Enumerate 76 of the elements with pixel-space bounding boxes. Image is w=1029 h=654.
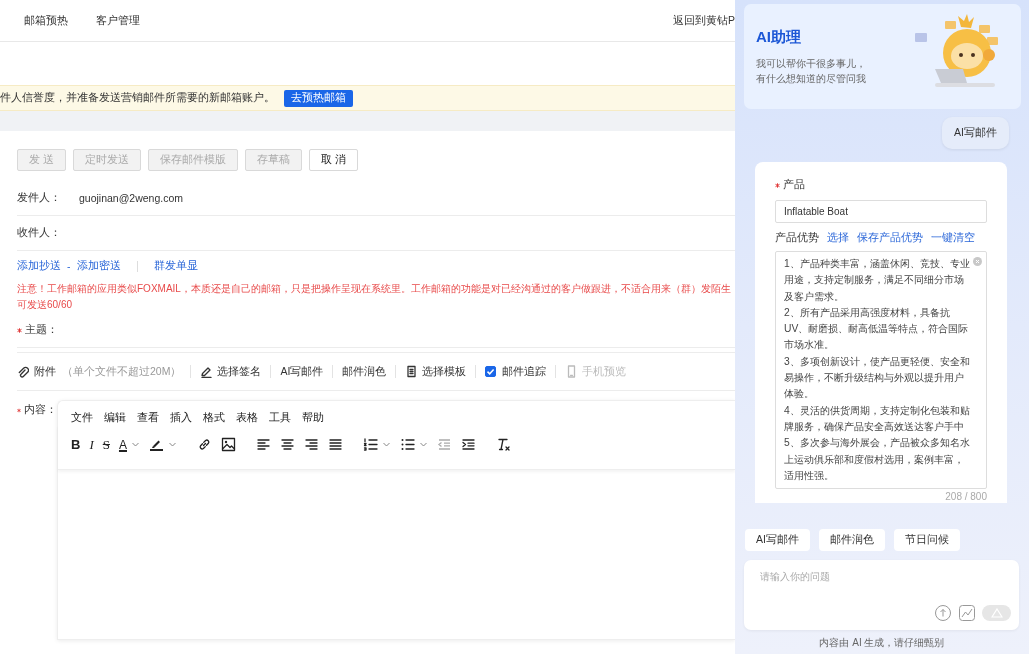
sender-address: guojinan@2weng.com [79, 192, 184, 204]
bullet-list-icon[interactable] [400, 437, 415, 452]
align-left-icon[interactable] [256, 437, 271, 452]
phone-icon [565, 365, 578, 378]
separator-text: - [67, 260, 71, 272]
tool-button[interactable]: AI写邮件 [280, 364, 324, 379]
link-icon[interactable] [197, 437, 212, 452]
tool-button[interactable]: 邮件润色 [342, 364, 387, 379]
indent-icon[interactable] [461, 437, 476, 452]
attach-button[interactable]: 附件 （单个文件不超过20M） [17, 364, 182, 379]
warning-text: 注意！工作邮箱的应用类似FOXMAIL，本质还是自己的邮箱，只是把操作呈现在系统里。工作邮箱的功能是对已经沟通过的客户做跟进，不适合用来（群）发陌生 [17, 282, 732, 296]
add-cc-link[interactable]: 添加抄送 [17, 259, 61, 273]
advantage-link[interactable]: 选择 [827, 231, 849, 245]
advantage-link[interactable]: 保存产品优势 [857, 231, 923, 245]
advantage-text: 1、产品种类丰富，涵盖休闲、竞技、专业用途，支持定制服务，满足不同细分市场及客户需求。 [784, 257, 971, 304]
bulk-send-link[interactable]: 群发单显 [153, 259, 198, 273]
assistant-description: 我可以帮你干很多事儿， [756, 56, 866, 71]
add-bcc-link[interactable]: 添加密送 [76, 259, 121, 273]
menu-item[interactable]: 格式 [203, 411, 225, 425]
upload-icon[interactable] [934, 604, 952, 622]
justify-icon[interactable] [328, 437, 343, 452]
field-label: 产品 [783, 178, 805, 192]
tool-button[interactable]: 选择签名 [200, 364, 262, 379]
action-button[interactable]: 取 消 [308, 149, 358, 171]
bold-button[interactable]: B [71, 437, 81, 453]
advantage-text: 5、多次参与海外展会，产品被众多知名水上运动俱乐部和度假村选用，案例丰富，适用性强。 [784, 436, 971, 483]
check-icon [486, 367, 496, 376]
numbered-list-icon[interactable] [363, 437, 378, 452]
quick-action-chip[interactable]: AI写邮件 [745, 529, 810, 551]
menu-item[interactable]: 插入 [170, 411, 192, 425]
document-icon [405, 365, 418, 378]
field-label: 产品优势 [775, 231, 819, 245]
assistant-description: 有什么想知道的尽管问我 [756, 71, 866, 86]
italic-button[interactable]: I [89, 437, 94, 453]
image-icon[interactable] [221, 437, 236, 452]
nav-link[interactable]: 邮箱预热 [24, 13, 68, 28]
menu-item[interactable]: 表格 [236, 411, 258, 425]
menu-item[interactable]: 编辑 [104, 411, 126, 425]
align-right-icon[interactable] [304, 437, 319, 452]
text-color-button[interactable]: A [118, 437, 127, 453]
question-field[interactable]: 请输入你的问题 [758, 570, 1005, 583]
tool-button[interactable]: 选择模板 [405, 364, 467, 379]
menu-item[interactable]: 工具 [269, 411, 291, 425]
nav-link[interactable]: 客户管理 [96, 13, 140, 28]
advantage-link[interactable]: 一键清空 [931, 231, 975, 245]
warm-up-button[interactable]: 去预热邮箱 [284, 89, 353, 107]
paperclip-icon [17, 365, 29, 378]
rich-text-editor[interactable]: 文件 编辑 查看 插入 格式 表格 工具 帮助 B I S A [57, 400, 735, 640]
clear-formatting-icon[interactable] [496, 437, 511, 452]
field-label: 主题： [25, 323, 58, 337]
checkbox[interactable] [485, 366, 497, 377]
back-link[interactable]: 返回到黄钻P [673, 13, 735, 28]
menu-item[interactable]: 文件 [71, 411, 93, 425]
align-center-icon[interactable] [280, 437, 295, 452]
strike-button[interactable]: S [102, 437, 110, 453]
advantage-text: 2、所有产品采用高强度材料，具备抗 UV、耐磨损、耐高低温等特点，符合国际市场水准。 [784, 305, 970, 353]
notice-text: 件人信誉度，并准备发送营销邮件所需要的新邮箱账户。 [0, 91, 275, 105]
advantage-text: 4、灵活的供货周期，支持定制化包装和贴牌服务，确保产品安全高效送达客户手中 [784, 403, 971, 434]
pen-icon [200, 365, 213, 378]
warning-text: 可发送60/60 [17, 298, 74, 312]
field-label: 内容： [24, 403, 57, 417]
user-message-bubble: AI写邮件 [942, 117, 1009, 149]
field-label: 发件人： [17, 191, 61, 205]
product-field[interactable]: Inflatable Boat [775, 200, 987, 223]
character-counter: 208 / 800 [944, 491, 987, 503]
send-icon [990, 608, 1003, 618]
menu-item[interactable]: 查看 [137, 411, 159, 425]
assistant-title: AI助理 [756, 27, 802, 47]
advantage-text: 3、多项创新设计，使产品更轻便、安全和易操作，不断升级结构与外观以提升用户体验。 [784, 354, 971, 402]
advantages-textarea[interactable] [775, 251, 987, 490]
quick-action-chip[interactable]: 节日问候 [893, 529, 960, 551]
quick-action-chip[interactable]: 邮件润色 [818, 529, 885, 551]
field-label: 收件人： [17, 226, 61, 240]
menu-item[interactable]: 帮助 [302, 411, 324, 425]
disclaimer-text: 内容由 AI 生成，请仔细甄别 [818, 636, 946, 650]
tool-button[interactable]: 邮件追踪 [502, 364, 547, 379]
